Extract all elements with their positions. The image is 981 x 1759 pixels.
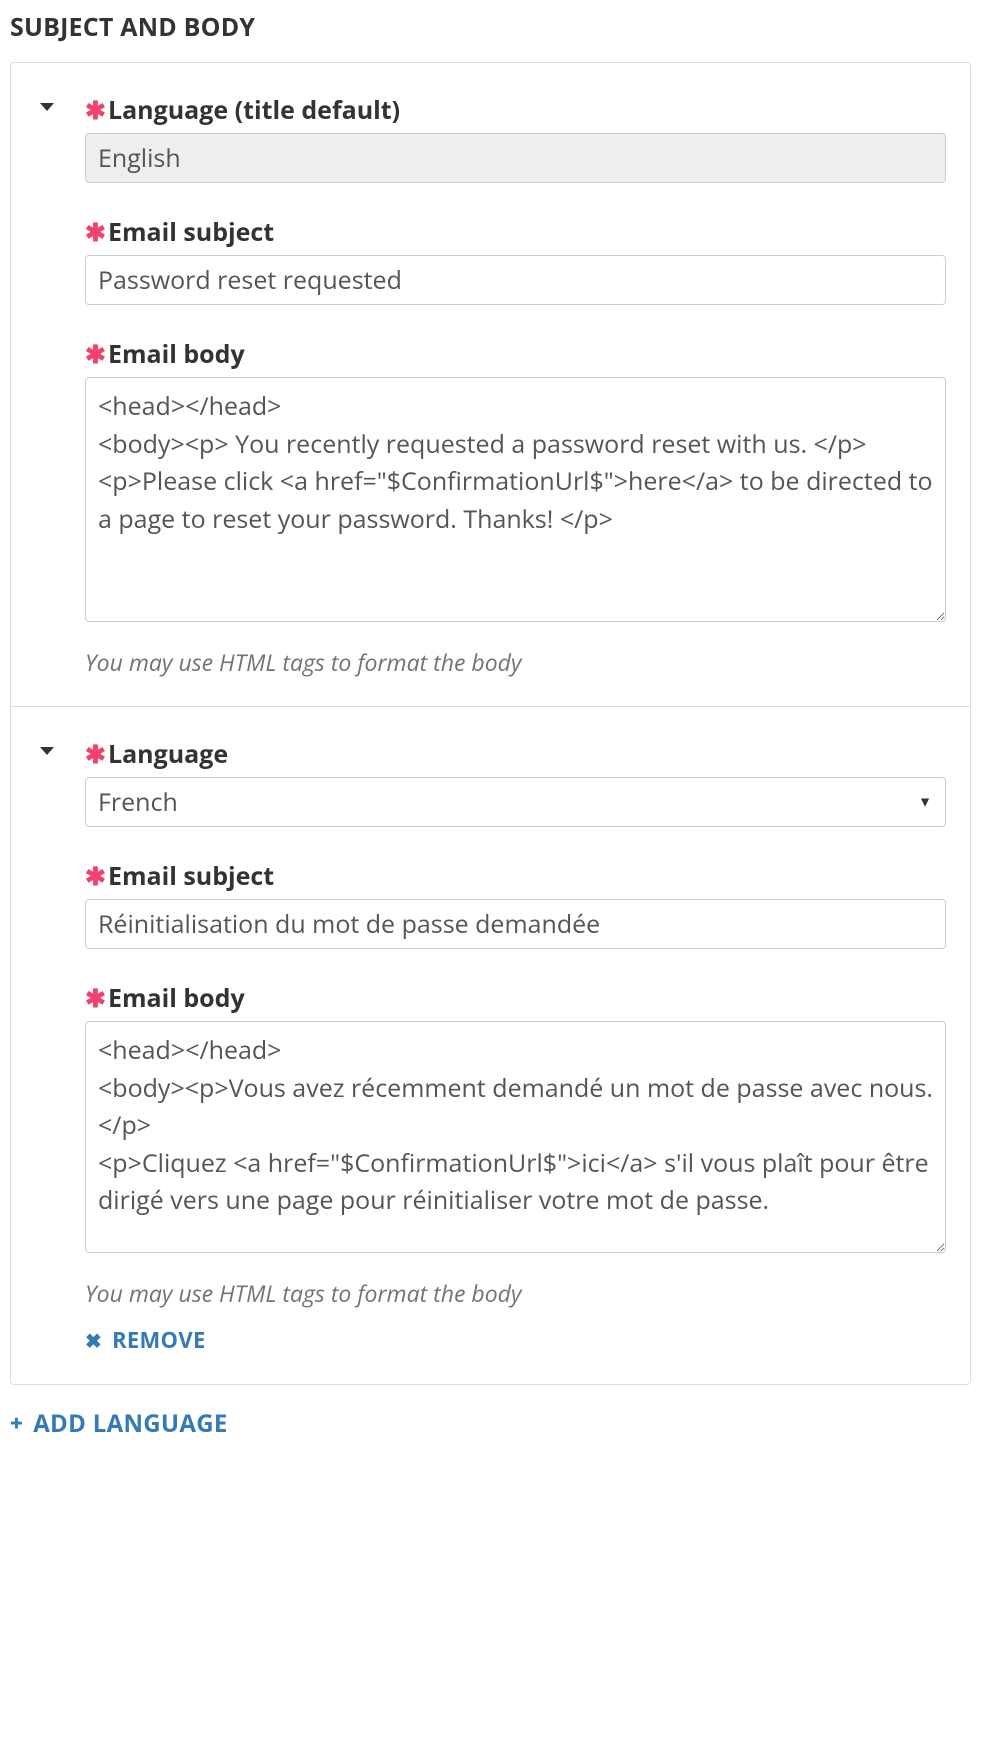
language-block: ✱Language French ▼ ✱Email subject: [11, 706, 970, 1384]
body-label-text: Email body: [108, 981, 245, 1015]
required-star-icon: ✱: [85, 93, 106, 127]
body-textarea[interactable]: [85, 1021, 946, 1253]
add-language-button[interactable]: + ADD LANGUAGE: [10, 1407, 228, 1440]
body-help-text: You may use HTML tags to format the body: [85, 1277, 946, 1309]
body-textarea[interactable]: [85, 377, 946, 622]
subject-field: ✱Email subject: [85, 215, 946, 305]
language-label-text: Language: [108, 737, 228, 771]
remove-label: REMOVE: [112, 1325, 206, 1355]
remove-button[interactable]: ✖ REMOVE: [85, 1325, 206, 1355]
subject-label-text: Email subject: [108, 859, 274, 893]
subject-input[interactable]: [85, 255, 946, 305]
language-input: [85, 133, 946, 183]
language-field: ✱Language French ▼: [85, 737, 946, 827]
subject-label-text: Email subject: [108, 215, 274, 249]
body-label: ✱Email body: [85, 337, 946, 371]
section-heading: SUBJECT AND BODY: [10, 10, 971, 44]
languages-panel: ✱Language (title default) ✱Email subject…: [10, 62, 971, 1385]
language-label: ✱Language (title default): [85, 93, 946, 127]
subject-field: ✱Email subject: [85, 859, 946, 949]
add-language-label: ADD LANGUAGE: [33, 1407, 227, 1440]
body-help-text: You may use HTML tags to format the body: [85, 646, 946, 678]
subject-label: ✱Email subject: [85, 215, 946, 249]
plus-icon: +: [10, 1408, 23, 1438]
subject-input[interactable]: [85, 899, 946, 949]
body-label-text: Email body: [108, 337, 245, 371]
required-star-icon: ✱: [85, 215, 106, 249]
body-field: ✱Email body You may use HTML tags to for…: [85, 981, 946, 1356]
language-label-text: Language (title default): [108, 93, 400, 127]
required-star-icon: ✱: [85, 737, 106, 771]
required-star-icon: ✱: [85, 337, 106, 371]
subject-label: ✱Email subject: [85, 859, 946, 893]
language-select[interactable]: French: [85, 777, 946, 827]
chevron-down-icon[interactable]: [35, 95, 59, 126]
chevron-down-icon[interactable]: [35, 739, 59, 770]
required-star-icon: ✱: [85, 981, 106, 1015]
close-icon: ✖: [85, 1327, 102, 1354]
body-label: ✱Email body: [85, 981, 946, 1015]
language-label: ✱Language: [85, 737, 946, 771]
language-field: ✱Language (title default): [85, 93, 946, 183]
language-block: ✱Language (title default) ✱Email subject…: [11, 63, 970, 706]
body-field: ✱Email body You may use HTML tags to for…: [85, 337, 946, 678]
required-star-icon: ✱: [85, 859, 106, 893]
